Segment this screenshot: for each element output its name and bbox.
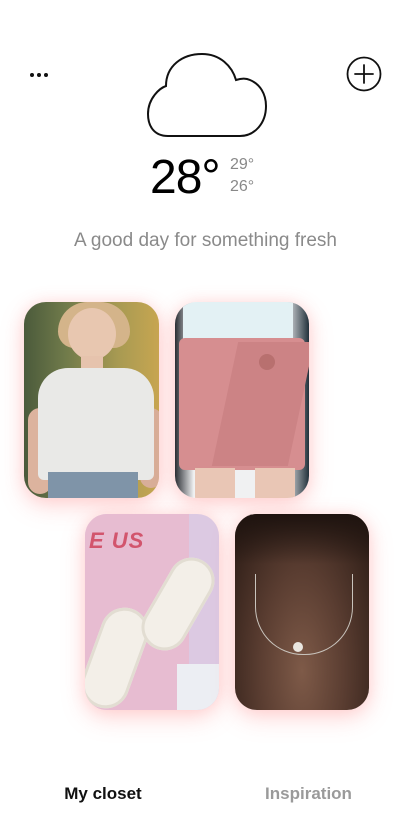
tab-inspiration[interactable]: Inspiration (206, 784, 411, 804)
weather-tagline: A good day for something fresh (74, 230, 337, 251)
tab-my-closet[interactable]: My closet (0, 784, 206, 804)
shorts-photo (175, 302, 309, 498)
more-options-button[interactable] (24, 60, 54, 90)
sneakers-photo: E US (85, 514, 219, 710)
add-item-button[interactable] (346, 56, 382, 92)
plus-circle-icon (346, 56, 382, 92)
weather-cloud-icon (146, 52, 268, 140)
temperature-block: 28° 29° 26° (0, 148, 411, 208)
outfit-item-pink-shorts[interactable] (175, 302, 309, 498)
current-temperature: 28° (150, 151, 221, 204)
dot (44, 73, 48, 77)
necklace-photo (235, 514, 369, 710)
low-temperature: 26° (230, 178, 255, 195)
outfit-item-white-sneakers[interactable]: E US (85, 514, 219, 710)
outfit-item-white-tshirt[interactable] (24, 302, 159, 498)
dot (30, 73, 34, 77)
dot (37, 73, 41, 77)
tshirt-photo (24, 302, 159, 498)
outfit-item-necklace[interactable] (235, 514, 369, 710)
high-temperature: 29° (230, 156, 255, 173)
